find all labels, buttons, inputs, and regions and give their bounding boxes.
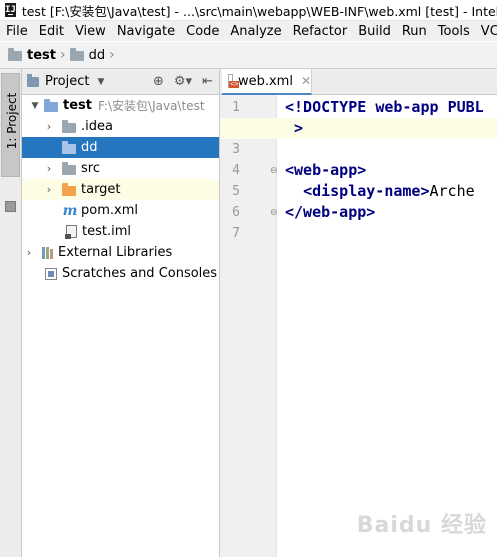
- line-number-gutter: 1 2 3 4 5 6 7 ⊖ ⊖: [220, 95, 278, 557]
- maven-icon: m: [62, 202, 78, 219]
- tree-root-label: test: [63, 98, 92, 113]
- tree-root-test[interactable]: ▼ test F:\安装包\Java\test: [22, 95, 219, 116]
- breadcrumb: test › dd ›: [0, 42, 497, 69]
- tree-item-src[interactable]: › src: [22, 158, 219, 179]
- intellij-app-icon: IJ: [5, 3, 16, 17]
- folder-icon: [8, 48, 22, 61]
- editor-tab-bar: web.xml ✕: [220, 69, 497, 95]
- tree-item-pom-xml[interactable]: m pom.xml: [22, 200, 219, 221]
- tree-item-target[interactable]: › target: [22, 179, 219, 200]
- chevron-right-icon[interactable]: ›: [24, 246, 34, 259]
- chevron-right-icon: ›: [59, 47, 66, 63]
- menu-analyze[interactable]: Analyze: [225, 24, 287, 39]
- menu-vcs[interactable]: VCS: [476, 24, 497, 39]
- scratches-icon: [45, 267, 57, 280]
- tree-item-idea[interactable]: › .idea: [22, 116, 219, 137]
- breadcrumb-item-test[interactable]: test: [27, 48, 56, 63]
- tree-item-dd[interactable]: dd: [22, 137, 219, 158]
- code-line-5: <display-name>Arche: [285, 181, 475, 202]
- project-panel-header: Project ▼ ⊕ ⚙▾ ⇤: [22, 69, 219, 95]
- gear-icon[interactable]: ⚙▾: [174, 74, 192, 89]
- project-view-selector[interactable]: Project: [45, 74, 89, 89]
- tree-item-external-libraries[interactable]: › External Libraries: [22, 242, 219, 263]
- line-number: 3: [232, 142, 240, 157]
- watermark: Baidu 经验: [356, 513, 487, 538]
- menu-edit[interactable]: Edit: [34, 24, 70, 39]
- window-title-bar: IJ test [F:\安装包\Java\test] - ...\src\mai…: [0, 0, 497, 21]
- left-tool-stripe: 1: Project: [0, 69, 22, 557]
- line-number: 5: [232, 184, 240, 199]
- iml-file-icon: [65, 225, 77, 239]
- menu-bar: File Edit View Navigate Code Analyze Ref…: [0, 21, 497, 41]
- menu-refactor[interactable]: Refactor: [288, 24, 354, 39]
- line-number: 7: [232, 226, 240, 241]
- editor-pane: web.xml ✕ 1 2 3 4 5 6 7 ⊖ ⊖ <!DOCTYPE we…: [220, 69, 497, 557]
- line-number: 6: [232, 205, 240, 220]
- doctype-close: >: [285, 119, 304, 137]
- chevron-right-icon: ›: [109, 47, 115, 63]
- chevron-right-icon[interactable]: ›: [44, 183, 54, 196]
- library-icon: [42, 246, 53, 259]
- tree-item-label: pom.xml: [81, 203, 138, 218]
- doctype-public: PUBL: [447, 98, 484, 116]
- project-tool-tab[interactable]: 1: Project: [1, 73, 20, 177]
- hide-panel-icon[interactable]: ⇤: [202, 74, 213, 89]
- chevron-down-icon[interactable]: ▼: [30, 101, 40, 111]
- line-number: 4: [232, 163, 240, 178]
- code-line-6: </web-app>: [285, 202, 375, 223]
- menu-tools[interactable]: Tools: [433, 24, 476, 39]
- tab-web-xml[interactable]: web.xml ✕: [222, 69, 312, 95]
- xml-file-icon: [228, 74, 240, 88]
- menu-run[interactable]: Run: [397, 24, 433, 39]
- folder-icon: [62, 182, 76, 196]
- tree-item-label: dd: [81, 140, 98, 155]
- tree-item-label: External Libraries: [58, 245, 173, 260]
- tree-item-label: target: [81, 182, 121, 197]
- breadcrumb-item-dd[interactable]: dd: [89, 48, 106, 63]
- folder-icon: [44, 98, 58, 112]
- folder-icon: [69, 48, 84, 61]
- tree-item-test-iml[interactable]: test.iml: [22, 221, 219, 242]
- tree-item-label: src: [81, 161, 100, 176]
- folder-icon: [62, 119, 76, 133]
- code-line-4: <web-app>: [285, 160, 366, 181]
- chevron-down-icon[interactable]: ▼: [97, 77, 104, 87]
- folder-icon: [62, 161, 76, 175]
- web-app-open-tag: <web-app>: [285, 161, 367, 179]
- display-name-tag: <display-name>: [303, 182, 430, 200]
- chevron-right-icon[interactable]: ›: [44, 162, 54, 175]
- structure-icon[interactable]: [5, 201, 16, 212]
- menu-view[interactable]: View: [70, 24, 112, 39]
- doctype-name: web-app: [375, 98, 439, 116]
- menu-build[interactable]: Build: [353, 24, 397, 39]
- line-number: 1: [232, 100, 240, 115]
- code-line-2: >: [220, 118, 497, 139]
- code-editor[interactable]: <!DOCTYPE web-app PUBL > <web-app> <disp…: [220, 95, 497, 557]
- tree-item-label: .idea: [81, 119, 113, 134]
- tree-root-path: F:\安装包\Java\test: [97, 99, 205, 113]
- code-line-1: <!DOCTYPE web-app PUBL: [285, 97, 484, 118]
- window-title: test [F:\安装包\Java\test] - ...\src\main\w…: [21, 3, 497, 19]
- menu-navigate[interactable]: Navigate: [112, 24, 181, 39]
- tree-item-label: Scratches and Consoles: [62, 266, 218, 281]
- menu-code[interactable]: Code: [181, 24, 225, 39]
- close-icon[interactable]: ✕: [301, 74, 311, 88]
- tree-item-label: test.iml: [82, 224, 131, 239]
- project-panel: Project ▼ ⊕ ⚙▾ ⇤ ▼ test F:\安装包\Java\test…: [22, 69, 220, 557]
- tree-item-scratches[interactable]: Scratches and Consoles: [22, 263, 219, 284]
- project-view-icon: [27, 73, 39, 87]
- doctype-keyword: <!DOCTYPE: [285, 98, 367, 116]
- project-tool-tab-label: 1: Project: [5, 92, 19, 150]
- web-app-close-tag: </web-app>: [285, 203, 376, 221]
- display-name-value: Arche: [429, 182, 475, 200]
- menu-file[interactable]: File: [0, 24, 34, 39]
- folder-icon: [62, 140, 76, 154]
- chevron-right-icon[interactable]: ›: [44, 120, 54, 133]
- scroll-from-source-icon[interactable]: ⊕: [153, 74, 164, 89]
- tab-label: web.xml: [237, 73, 293, 89]
